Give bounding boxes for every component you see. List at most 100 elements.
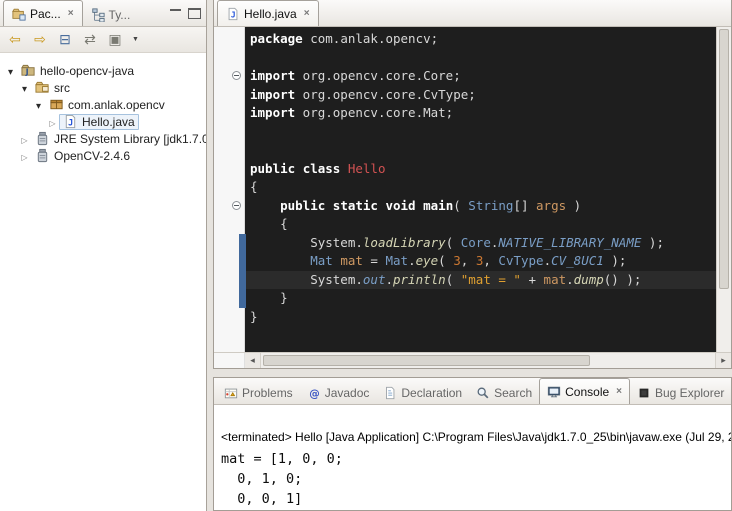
tree-item-jre-system-library-jdk1-7-0[interactable]: JRE System Library [jdk1.7.0	[0, 130, 206, 147]
bug-icon	[637, 386, 651, 400]
annotation-ruler[interactable]	[214, 27, 229, 352]
editor-tabbar: JHello.java	[214, 0, 731, 27]
method-range-indicator	[239, 234, 246, 308]
view-tab-pac[interactable]: Pac...	[3, 0, 83, 26]
hscroll-thumb[interactable]	[263, 355, 590, 366]
code-line-4: import org.opencv.core.CvType;	[250, 86, 716, 105]
tab-label: Ty...	[109, 8, 131, 22]
view-tab-javadoc[interactable]: @Javadoc	[300, 382, 377, 404]
console-content: <terminated> Hello [Java Application] C:…	[214, 405, 731, 510]
tree-item-content[interactable]: JRE System Library [jdk1.7.0	[31, 131, 206, 147]
search-icon	[476, 386, 490, 400]
collapse-arrow-icon[interactable]	[4, 64, 17, 78]
close-icon[interactable]	[304, 9, 310, 19]
close-icon[interactable]	[616, 387, 622, 397]
hscroll-track[interactable]	[261, 353, 715, 368]
console-tabbar: Problems @Javadoc Declaration Search Console…	[214, 378, 731, 405]
view-menu-button[interactable]: ▼	[129, 30, 142, 50]
tab-label: Search	[494, 386, 532, 400]
code-line-2	[250, 49, 716, 68]
scroll-right-arrow-icon[interactable]	[715, 353, 731, 368]
editor-bottom-bar	[214, 352, 731, 368]
tab-label: Problems	[242, 386, 293, 400]
code-line-11: {	[250, 215, 716, 234]
view-tabs: Pac... Ty...	[0, 0, 138, 26]
link-with-editor-button[interactable]: ⇄	[79, 30, 101, 50]
view-tab-search[interactable]: Search	[469, 382, 539, 404]
fold-collapse-marker[interactable]	[232, 201, 241, 210]
minimize-view-icon[interactable]	[169, 8, 182, 19]
console-view: Problems @Javadoc Declaration Search Console…	[213, 377, 732, 511]
expand-arrow-icon[interactable]	[18, 132, 31, 146]
svg-text:@: @	[309, 388, 320, 400]
back-button[interactable]: ⇦	[4, 30, 26, 50]
java-file-icon: J	[63, 114, 78, 129]
forward-button[interactable]: ⇨	[29, 30, 51, 50]
view-tab-ty[interactable]: Ty...	[83, 4, 139, 26]
collapse-arrow-icon[interactable]	[32, 98, 45, 112]
editor-horizontal-scrollbar[interactable]	[245, 353, 731, 368]
package-explorer-view: Pac... Ty... ⇦⇨⊟⇄▣▼ Jhello-opencv-java src…	[0, 0, 207, 511]
code-line-1: package com.anlak.opencv;	[250, 30, 716, 49]
tree-item-opencv-2-4-6[interactable]: OpenCV-2.4.6	[0, 147, 206, 164]
type-hierarchy-icon	[91, 8, 105, 22]
tree-item-label: hello-opencv-java	[40, 64, 134, 78]
editor-tabs: JHello.java	[214, 0, 319, 26]
tree-item-hello-opencv-java[interactable]: Jhello-opencv-java	[0, 62, 206, 79]
tree-item-content[interactable]: OpenCV-2.4.6	[31, 148, 134, 164]
ruler-corner	[214, 353, 245, 368]
tree-item-label: com.anlak.opencv	[68, 98, 165, 112]
console-icon	[547, 385, 561, 399]
editor-tab-hello-java[interactable]: JHello.java	[217, 0, 319, 26]
console-output-line: 0, 1, 0;	[221, 469, 731, 489]
editor-vertical-scrollbar[interactable]	[716, 27, 731, 352]
code-line-8: public class Hello	[250, 160, 716, 179]
code-line-9: {	[250, 178, 716, 197]
tree-item-content[interactable]: com.anlak.opencv	[45, 97, 169, 113]
tree-item-src[interactable]: src	[0, 79, 206, 96]
library-icon	[35, 131, 50, 146]
tree-item-hello-java[interactable]: J Hello.java	[0, 113, 206, 130]
java-project-icon: J	[21, 63, 36, 78]
tree-item-label: src	[54, 81, 70, 95]
view-tab-bug-explorer[interactable]: Bug Explorer	[630, 382, 731, 404]
tab-label: Declaration	[401, 386, 462, 400]
maximize-view-icon[interactable]	[188, 8, 201, 19]
library-icon	[35, 148, 50, 163]
view-tab-console[interactable]: Console	[539, 378, 630, 404]
tree-item-content[interactable]: Jhello-opencv-java	[17, 63, 138, 79]
view-window-buttons	[164, 8, 206, 19]
tree-item-content[interactable]: src	[31, 80, 74, 96]
code-line-14: System.out.println( "mat = " + mat.dump(…	[245, 271, 716, 290]
collapse-all-button[interactable]: ⊟	[54, 30, 76, 50]
svg-text:J: J	[68, 117, 73, 127]
expand-arrow-icon[interactable]	[18, 149, 31, 163]
console-output-line: mat = [1, 0, 0;	[221, 449, 731, 469]
code-line-12: System.loadLibrary( Core.NATIVE_LIBRARY_…	[250, 234, 716, 253]
code-line-7	[250, 141, 716, 160]
code-editor[interactable]: package com.anlak.opencv; import org.open…	[245, 27, 716, 352]
close-icon[interactable]	[68, 9, 74, 19]
tree-item-label: OpenCV-2.4.6	[54, 149, 130, 163]
javadoc-icon: @	[307, 386, 321, 400]
java-file-icon: J	[226, 7, 240, 21]
tree-item-label: Hello.java	[82, 115, 135, 129]
fold-collapse-marker[interactable]	[232, 71, 241, 80]
tree-item-com-anlak-opencv[interactable]: com.anlak.opencv	[0, 96, 206, 113]
package-icon	[49, 97, 64, 112]
eclipse-workbench: Pac... Ty... ⇦⇨⊟⇄▣▼ Jhello-opencv-java src…	[0, 0, 732, 511]
layout-button[interactable]: ▣	[104, 30, 126, 50]
editor-body: package com.anlak.opencv; import org.open…	[214, 27, 731, 352]
view-tab-declaration[interactable]: Declaration	[376, 382, 469, 404]
expand-arrow-icon[interactable]	[46, 115, 59, 129]
console-output[interactable]: mat = [1, 0, 0; 0, 1, 0; 0, 0, 1]	[221, 449, 731, 509]
package-explorer-toolbar: ⇦⇨⊟⇄▣▼	[0, 27, 206, 53]
tree-item-content[interactable]: J Hello.java	[59, 114, 139, 130]
console-status-line: <terminated> Hello [Java Application] C:…	[221, 430, 731, 444]
console-output-line: 0, 0, 1]	[221, 489, 731, 509]
vscroll-thumb[interactable]	[719, 29, 729, 289]
scroll-left-arrow-icon[interactable]	[245, 353, 261, 368]
code-line-13: Mat mat = Mat.eye( 3, 3, CvType.CV_8UC1 …	[250, 252, 716, 271]
collapse-arrow-icon[interactable]	[18, 81, 31, 95]
view-tab-problems[interactable]: Problems	[217, 382, 300, 404]
